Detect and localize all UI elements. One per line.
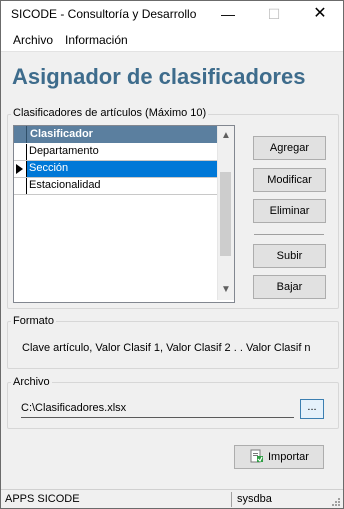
status-user: sysdba: [237, 493, 272, 505]
import-button-label: Importar: [268, 451, 309, 463]
scroll-thumb[interactable]: [220, 172, 231, 256]
import-icon: [250, 449, 263, 463]
import-button[interactable]: Importar: [234, 445, 324, 469]
modify-button[interactable]: Modificar: [253, 168, 326, 192]
browse-button[interactable]: ...: [300, 399, 324, 419]
button-separator: [254, 234, 324, 235]
grid-scrollbar[interactable]: ▲ ▼: [217, 126, 234, 300]
close-button[interactable]: ✕: [297, 1, 343, 29]
row-selector[interactable]: [14, 178, 27, 194]
status-bar: APPS SICODE sysdba: [1, 489, 343, 508]
grid-header: Clasificador: [14, 126, 218, 143]
delete-button[interactable]: Eliminar: [253, 199, 326, 223]
classifiers-group-label: Clasificadores de artículos (Máximo 10): [11, 107, 209, 119]
file-group-label: Archivo: [11, 376, 52, 388]
table-row[interactable]: Sección: [14, 161, 218, 178]
delete-button-label: Eliminar: [269, 205, 310, 217]
file-path-field[interactable]: C:\Clasificadores.xlsx: [21, 399, 294, 418]
status-app-name: APPS SICODE: [5, 493, 80, 505]
row-pointer-icon: [16, 164, 23, 174]
maximize-button[interactable]: ☐: [251, 1, 297, 29]
title-bar[interactable]: SICODE - Consultoría y Desarrollo — ☐ ✕: [1, 1, 343, 29]
scroll-down-icon[interactable]: ▼: [221, 284, 231, 295]
app-window: SICODE - Consultoría y Desarrollo — ☐ ✕ …: [0, 0, 344, 509]
menu-informacion[interactable]: Información: [65, 33, 128, 47]
row-label: Sección: [29, 162, 69, 174]
menu-bar: Archivo Información: [1, 29, 343, 52]
up-button[interactable]: Subir: [253, 244, 326, 268]
down-button-label: Bajar: [276, 281, 303, 293]
minimize-button[interactable]: —: [205, 1, 251, 29]
modify-button-label: Modificar: [267, 174, 312, 186]
row-selector[interactable]: [14, 161, 27, 177]
down-button[interactable]: Bajar: [253, 275, 326, 299]
up-button-label: Subir: [276, 250, 303, 262]
row-selector[interactable]: [14, 144, 27, 160]
scroll-up-icon[interactable]: ▲: [221, 130, 231, 141]
table-row[interactable]: Estacionalidad: [14, 178, 218, 195]
format-description: Clave artículo, Valor Clasif 1, Valor Cl…: [22, 342, 311, 354]
row-label: Estacionalidad: [29, 179, 101, 191]
status-divider: [231, 492, 232, 507]
page-title: Asignador de clasificadores: [12, 64, 306, 89]
menu-archivo[interactable]: Archivo: [13, 33, 53, 47]
column-header-clasificador[interactable]: Clasificador: [30, 128, 93, 140]
add-button-label: Agregar: [269, 142, 310, 154]
add-button[interactable]: Agregar: [253, 136, 326, 160]
classifiers-grid[interactable]: Clasificador Departamento Sección Estaci…: [13, 125, 235, 303]
row-label: Departamento: [29, 145, 99, 157]
grid-corner: [14, 126, 27, 143]
window-title: SICODE - Consultoría y Desarrollo: [11, 7, 197, 21]
table-row[interactable]: Departamento: [14, 144, 218, 161]
format-group-label: Formato: [11, 315, 56, 327]
resize-grip-icon[interactable]: [331, 497, 341, 507]
